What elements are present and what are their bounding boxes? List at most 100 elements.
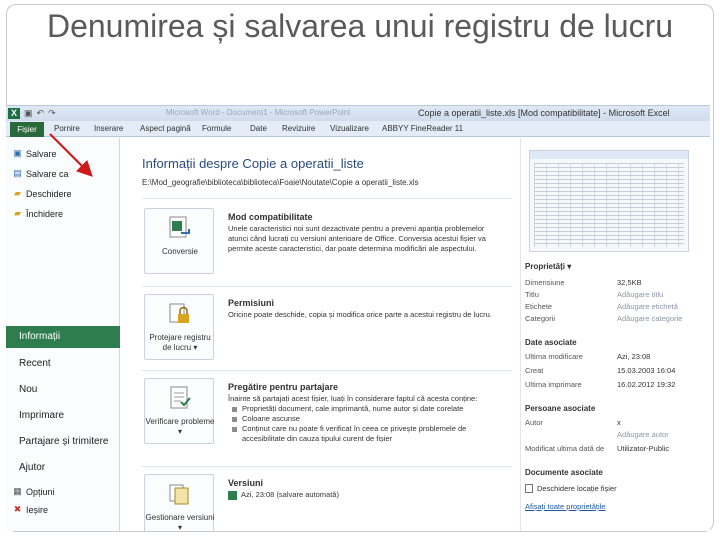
sidebar-item-exit[interactable]: ✖ Ieșire xyxy=(12,504,48,515)
undo-icon[interactable]: ↶ xyxy=(37,108,45,119)
share-prep-heading: Pregătire pentru partajare xyxy=(228,382,339,392)
property-row: Ultima imprimare 16.02.2012 19:32 xyxy=(525,380,709,390)
save-icon: ▣ xyxy=(13,148,22,158)
sidebar-item-print[interactable]: Imprimare xyxy=(19,410,64,421)
options-icon: ▦ xyxy=(13,486,22,496)
compat-heading: Mod compatibilitate xyxy=(228,212,313,222)
excel-backstage-screenshot: X ▣ ↶ ↷ Microsoft Word - Document1 - Mic… xyxy=(6,105,710,531)
property-row: Ultima modificare Azi, 23:08 xyxy=(525,352,709,362)
excel-app-icon: X xyxy=(8,108,20,119)
slide-title: Denumirea și salvarea unui registru de l… xyxy=(46,8,674,44)
background-window-title: Microsoft Word - Document1 - Microsoft P… xyxy=(166,108,351,117)
close-folder-icon: ▰ xyxy=(14,208,21,218)
protect-workbook-button[interactable]: Protejare registru de lucru ▾ xyxy=(144,294,214,360)
property-value[interactable]: Adăugare etichetă xyxy=(617,302,678,312)
sidebar-item-close[interactable]: ▰ Închidere xyxy=(12,208,63,219)
permissions-heading: Permisiuni xyxy=(228,298,275,308)
property-key: Modificat ultima dată de xyxy=(525,444,605,453)
open-file-location-label: Deschidere locație fișier xyxy=(537,484,617,493)
property-key: Dimensiune xyxy=(525,278,565,287)
property-row: Modificat ultima dată de Utilizator-Publ… xyxy=(525,444,709,454)
sidebar-item-new[interactable]: Nou xyxy=(19,384,37,395)
property-key: Ultima modificare xyxy=(525,352,583,361)
sidebar-item-save[interactable]: ▣ Salvare xyxy=(12,148,57,159)
dates-heading: Date asociate xyxy=(525,338,577,347)
backstage-sidebar: ▣ Salvare ▤ Salvare ca ▰ Deschidere ▰ În… xyxy=(6,138,120,531)
property-key: Categorii xyxy=(525,314,556,323)
sidebar-item-label: Opțiuni xyxy=(26,486,55,497)
tab-insert[interactable]: Inserare xyxy=(94,124,123,133)
manage-versions-button[interactable]: Gestionare versiuni ▾ xyxy=(144,474,214,531)
list-item: Coloane ascunse xyxy=(228,414,500,424)
info-panel: Informații despre Copie a operatii_liste… xyxy=(122,138,518,531)
open-file-location-link[interactable]: Deschidere locație fișier xyxy=(525,484,617,493)
share-prep-section: Pregătire pentru partajare Înainte să pa… xyxy=(228,382,500,444)
check-document-icon xyxy=(170,386,191,409)
property-row: Creat 15.03.2003 16:04 xyxy=(525,366,709,376)
property-key: Creat xyxy=(525,366,544,375)
sidebar-item-label: Deschidere xyxy=(26,188,72,199)
property-row: Titlu Adăugare titlu xyxy=(525,290,709,300)
excel-file-icon xyxy=(228,490,237,500)
version-entry-label: Azi, 23:08 (salvare automată) xyxy=(241,490,339,499)
convert-icon xyxy=(169,216,190,238)
property-row: Autor x xyxy=(525,418,709,428)
convert-button[interactable]: Conversie xyxy=(144,208,214,274)
compat-section: Mod compatibilitate Unele caracteristici… xyxy=(228,212,500,254)
property-key: Autor xyxy=(525,418,543,427)
tab-review[interactable]: Revizuire xyxy=(282,124,315,133)
versions-section: Versiuni Azi, 23:08 (salvare automată) xyxy=(228,478,500,500)
sidebar-item-save-as[interactable]: ▤ Salvare ca xyxy=(12,168,69,179)
related-docs-heading: Documente asociate xyxy=(525,468,603,477)
tab-view[interactable]: Vizualizare xyxy=(330,124,369,133)
property-value[interactable]: Adăugare titlu xyxy=(617,290,663,300)
save-icon[interactable]: ▣ xyxy=(24,108,33,119)
save-as-icon: ▤ xyxy=(13,168,22,178)
redo-icon[interactable]: ↷ xyxy=(48,108,56,119)
people-heading: Persoane asociate xyxy=(525,404,596,413)
tab-file[interactable]: Fișier xyxy=(10,122,44,137)
versions-icon xyxy=(169,484,189,505)
info-title: Informații despre Copie a operatii_liste xyxy=(142,156,364,171)
lock-icon xyxy=(169,303,189,323)
ribbon-tabs: Fișier Pornire Inserare Aspect pagină Fo… xyxy=(6,121,710,137)
show-all-properties-link[interactable]: Afișați toate proprietățile xyxy=(525,502,605,511)
window-titlebar: X ▣ ↶ ↷ Microsoft Word - Document1 - Mic… xyxy=(6,106,710,121)
sidebar-item-options[interactable]: ▦ Opțiuni xyxy=(12,486,55,497)
sidebar-item-label: Salvare ca xyxy=(26,168,69,179)
exit-icon: ✖ xyxy=(13,504,22,514)
quick-access-toolbar: X ▣ ↶ ↷ xyxy=(8,108,56,119)
open-folder-icon: ▰ xyxy=(14,188,21,198)
sidebar-item-open[interactable]: ▰ Deschidere xyxy=(12,188,72,199)
property-key: Etichete xyxy=(525,302,553,311)
property-value: 32,5KB xyxy=(617,278,642,287)
document-thumbnail xyxy=(529,150,689,252)
compat-description: Unele caracteristici noi sunt dezactivat… xyxy=(228,224,486,253)
property-value: Utilizator-Public xyxy=(617,444,670,453)
tab-data[interactable]: Date xyxy=(250,124,267,133)
sidebar-item-info[interactable]: Informații xyxy=(6,326,120,348)
property-value[interactable]: Adăugare categorie xyxy=(617,314,682,324)
sidebar-item-help[interactable]: Ajutor xyxy=(19,462,45,473)
sidebar-item-label: Informații xyxy=(19,331,61,342)
check-issues-button[interactable]: Verificare probleme ▾ xyxy=(144,378,214,444)
property-row: Adăugare autor xyxy=(525,430,709,440)
tab-formulas[interactable]: Formule xyxy=(202,124,231,133)
divider xyxy=(142,370,512,371)
add-author-link[interactable]: Adăugare autor xyxy=(617,430,669,440)
divider xyxy=(142,198,512,199)
tab-page-layout[interactable]: Aspect pagină xyxy=(140,124,191,133)
manage-versions-label: Gestionare versiuni ▾ xyxy=(145,513,215,531)
version-entry[interactable]: Azi, 23:08 (salvare automată) xyxy=(228,490,500,500)
permissions-section: Permisiuni Oricine poate deschide, copia… xyxy=(228,298,500,320)
properties-heading[interactable]: Proprietăți ▾ xyxy=(525,262,571,271)
tab-home[interactable]: Pornire xyxy=(54,124,80,133)
sidebar-item-label: Salvare xyxy=(26,148,57,159)
sidebar-item-share[interactable]: Partajare și trimitere xyxy=(19,436,108,447)
property-value: Azi, 23:08 xyxy=(617,352,651,361)
sidebar-item-label: Ieșire xyxy=(26,504,49,515)
file-path: E:\Mod_geografie\biblioteca\biblioteca\F… xyxy=(142,178,419,187)
property-value: x xyxy=(617,418,621,427)
tab-abbyy[interactable]: ABBYY FineReader 11 xyxy=(382,124,463,133)
sidebar-item-recent[interactable]: Recent xyxy=(19,358,51,369)
